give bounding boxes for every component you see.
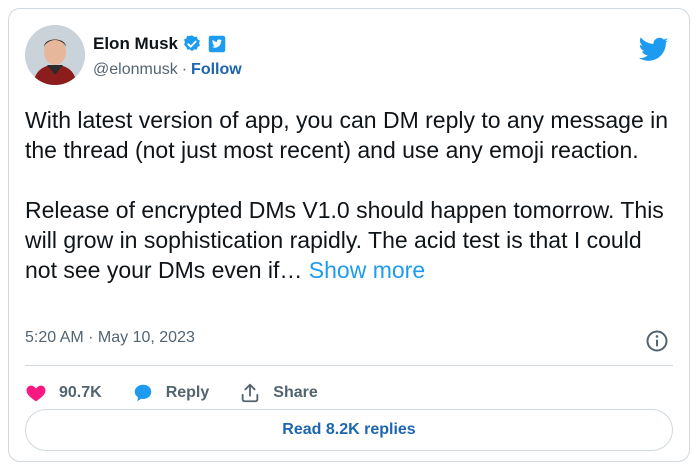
action-bar: 90.7K Reply Share	[25, 377, 348, 409]
tweet-header: Elon Musk @elonmusk · Follow	[25, 25, 673, 89]
tweet-paragraph-2: Release of encrypted DMs V1.0 should hap…	[25, 195, 675, 285]
display-name[interactable]: Elon Musk	[93, 34, 178, 54]
heart-icon	[26, 385, 46, 402]
reply-button[interactable]: Reply	[132, 382, 210, 404]
avatar-image	[25, 25, 85, 85]
reply-label: Reply	[165, 384, 210, 401]
name-row: Elon Musk	[93, 33, 242, 55]
follow-link[interactable]: Follow	[191, 61, 242, 79]
tweet-card: Elon Musk @elonmusk · Follow With latest	[8, 8, 690, 462]
tweet-timestamp[interactable]: 5:20 AM · May 10, 2023	[25, 329, 195, 347]
speech-bubble-icon	[134, 384, 151, 402]
verified-badge-icon	[184, 35, 200, 52]
info-icon[interactable]	[645, 329, 669, 353]
twitter-bird-icon[interactable]	[639, 37, 669, 63]
separator: ·	[181, 61, 188, 78]
handle[interactable]: @elonmusk	[93, 61, 178, 79]
share-upload-icon	[242, 383, 259, 403]
read-replies-button[interactable]: Read 8.2K replies	[25, 409, 673, 451]
government-affiliation-icon	[208, 35, 226, 53]
like-button[interactable]: 90.7K	[25, 382, 102, 404]
share-button[interactable]: Share	[239, 382, 318, 404]
tweet-paragraph-1: With latest version of app, you can DM r…	[25, 107, 669, 163]
like-count: 90.7K	[59, 384, 102, 401]
divider	[25, 365, 673, 366]
author-info: Elon Musk @elonmusk · Follow	[93, 33, 242, 79]
share-label: Share	[273, 384, 318, 401]
avatar[interactable]	[25, 25, 85, 85]
handle-row: @elonmusk · Follow	[93, 61, 242, 79]
tweet-text: With latest version of app, you can DM r…	[25, 105, 675, 285]
show-more-link[interactable]: Show more	[309, 257, 425, 283]
